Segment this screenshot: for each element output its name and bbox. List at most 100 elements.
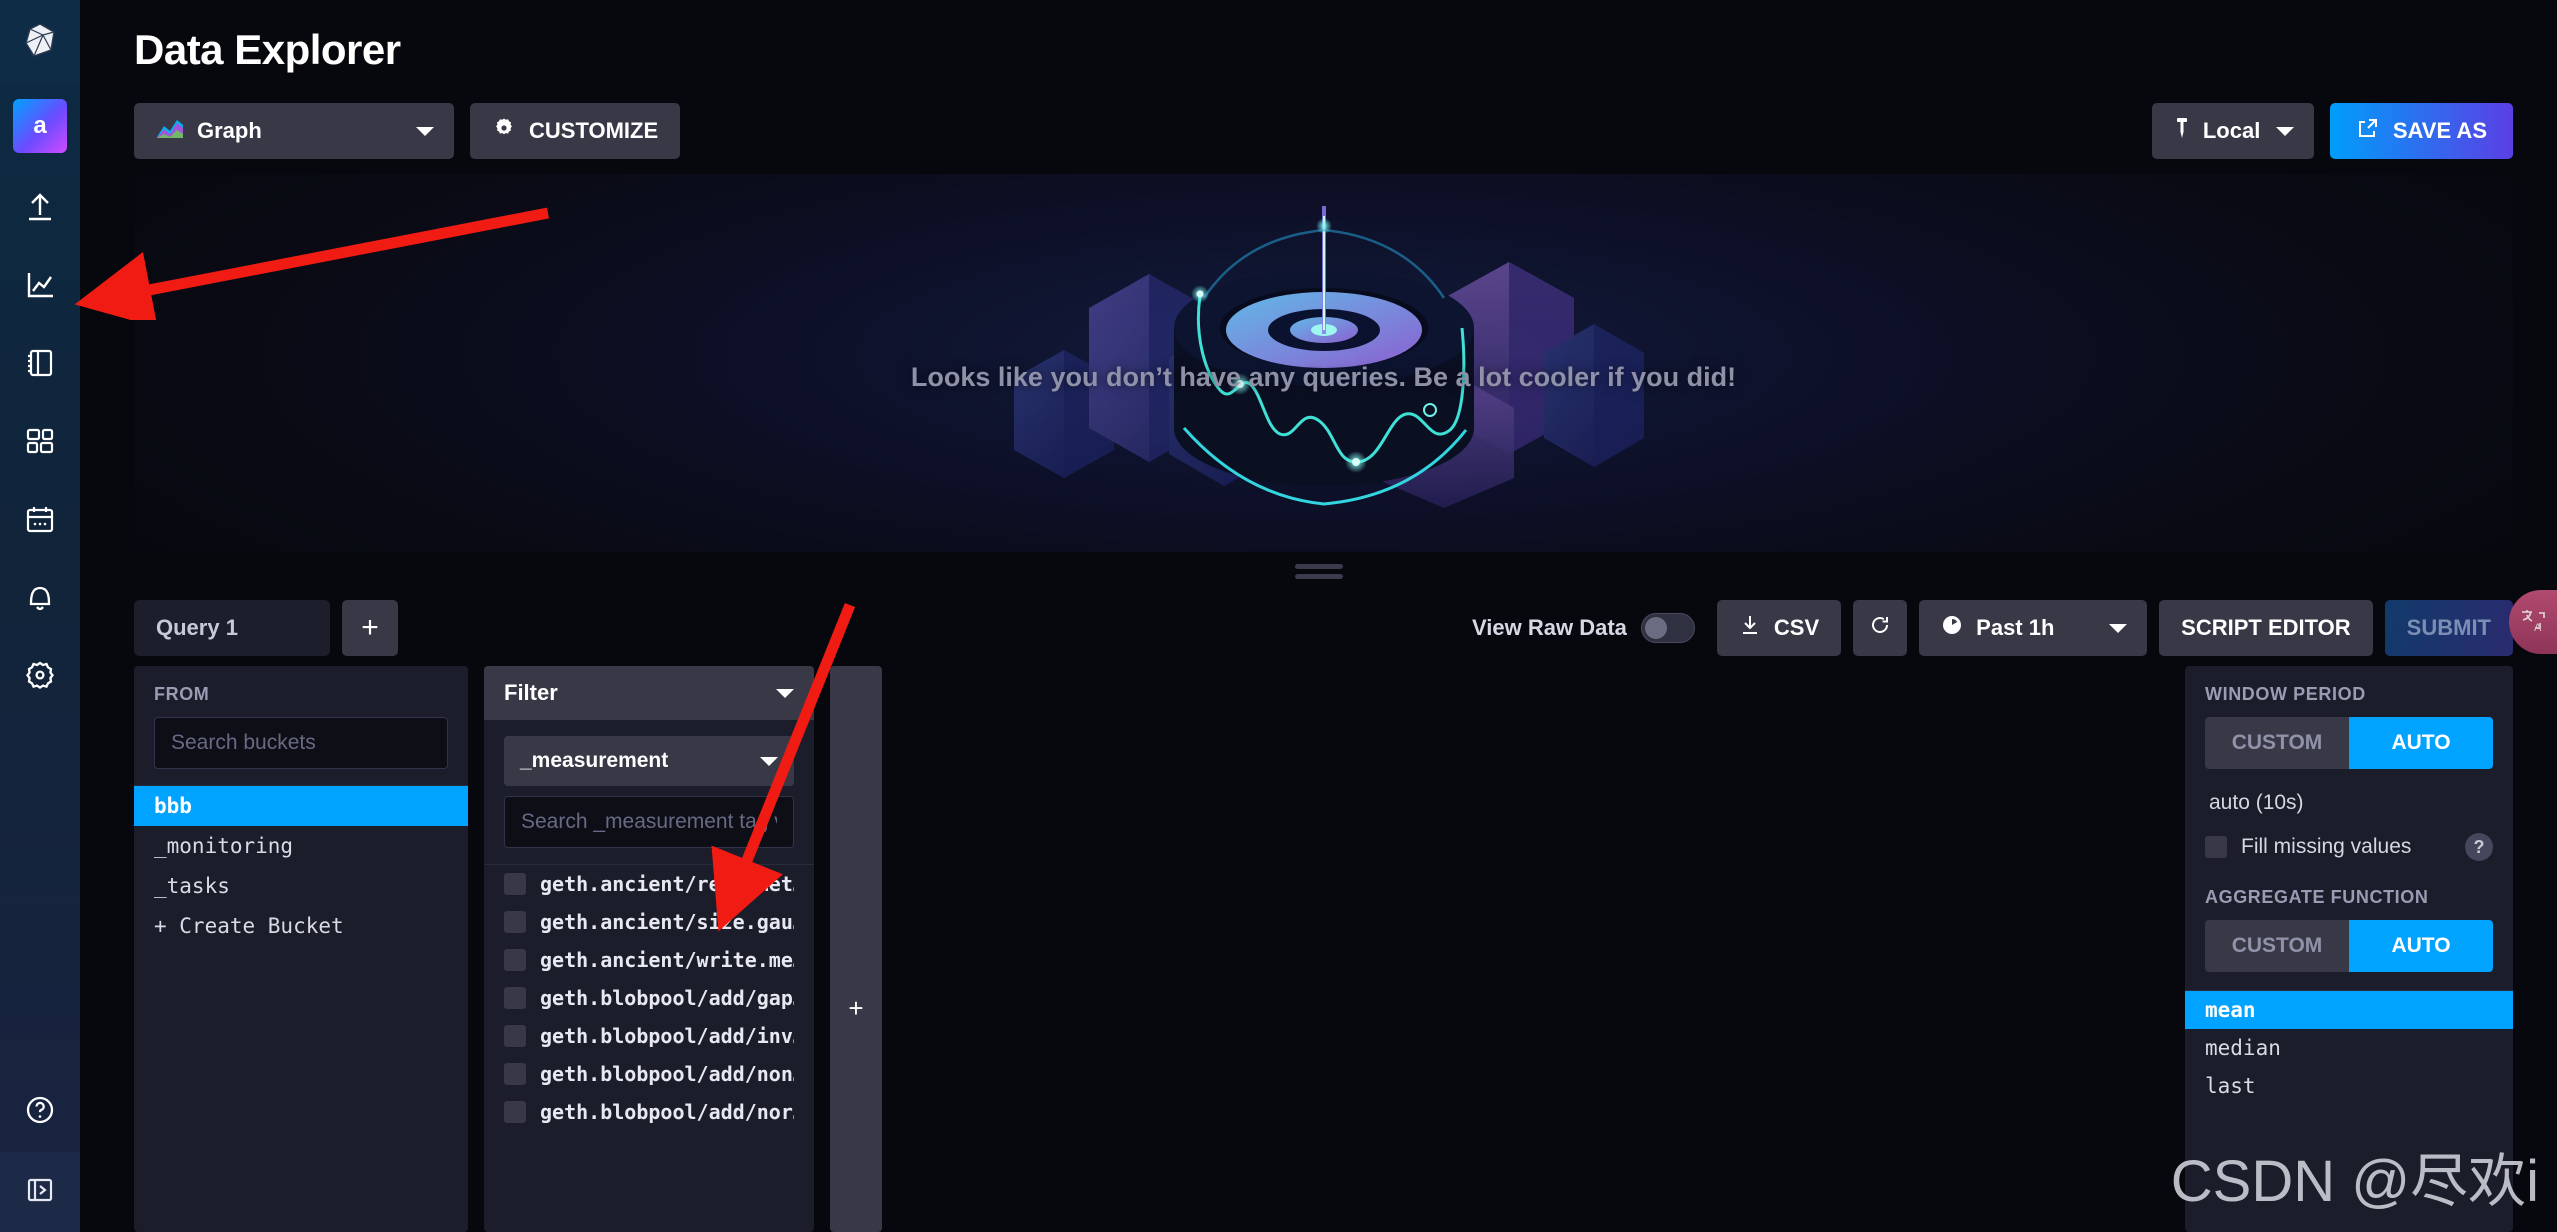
checkbox-icon[interactable] xyxy=(504,1063,526,1085)
aggregate-function-item-last[interactable]: last xyxy=(2185,1067,2513,1105)
plus-icon: + xyxy=(848,993,864,1023)
influxdb-logo-icon xyxy=(21,21,59,64)
checkbox-icon[interactable] xyxy=(2205,836,2227,858)
expand-panel-icon xyxy=(25,1175,55,1210)
sidebar-item-tasks[interactable] xyxy=(0,480,80,558)
script-editor-label: SCRIPT EDITOR xyxy=(2181,615,2351,640)
pin-icon xyxy=(2174,117,2190,145)
checkbox-icon[interactable] xyxy=(504,1101,526,1123)
csv-label: CSV xyxy=(1773,615,1820,640)
window-aggregate-panel: WINDOW PERIOD CUSTOM AUTO auto (10s) Fil… xyxy=(2185,666,2513,1232)
tag-value-label: geth.ancient/read.met… xyxy=(540,872,794,896)
checkbox-icon[interactable] xyxy=(504,873,526,895)
alerts-icon xyxy=(23,580,57,614)
dashboards-icon xyxy=(23,424,57,458)
fill-missing-values-label: Fill missing values xyxy=(2241,835,2412,858)
pin-scope-dropdown[interactable]: Local xyxy=(2151,103,2314,159)
tag-key-label: _measurement xyxy=(520,749,669,772)
viz-type-dropdown[interactable]: Graph xyxy=(134,103,454,159)
settings-icon xyxy=(24,659,56,691)
aggregate-custom-button[interactable]: CUSTOM xyxy=(2205,920,2349,972)
window-period-label: WINDOW PERIOD xyxy=(2205,684,2366,704)
main-content: Data Explorer Graph CUSTOMIZE Local SAVE… xyxy=(74,0,2557,1232)
time-range-dropdown[interactable]: Past 1h xyxy=(1919,600,2148,656)
refresh-button[interactable] xyxy=(1853,600,1908,656)
left-nav: a xyxy=(0,0,80,1232)
svg-text:A: A xyxy=(2534,622,2542,634)
save-as-button[interactable]: SAVE AS xyxy=(2329,103,2513,159)
empty-state-message: Looks like you don’t have any queries. B… xyxy=(910,362,1737,392)
data-explorer-icon xyxy=(23,268,57,302)
create-bucket-button[interactable]: + Create Bucket xyxy=(134,906,468,946)
submit-button[interactable]: SUBMIT xyxy=(2384,600,2513,656)
query-builder: FROM bbb _monitoring _tasks + Create Buc… xyxy=(80,666,2557,1232)
script-editor-button[interactable]: SCRIPT EDITOR xyxy=(2159,600,2373,656)
sidebar-item-notebooks[interactable] xyxy=(0,324,80,402)
customize-button[interactable]: CUSTOMIZE xyxy=(470,103,681,159)
chevron-down-icon xyxy=(760,756,778,766)
bucket-list[interactable]: bbb _monitoring _tasks + Create Bucket xyxy=(134,785,468,1232)
add-filter-card-button[interactable]: + xyxy=(830,666,882,1232)
query-toolbar: Query 1 + View Raw Data CSV Past 1h SCRI… xyxy=(80,590,2557,666)
from-label: FROM xyxy=(154,684,210,704)
tag-value-label: geth.blobpool/add/inv… xyxy=(540,1024,794,1048)
chevron-down-icon xyxy=(2275,126,2294,136)
window-period-auto-button[interactable]: AUTO xyxy=(2349,717,2493,769)
tag-value-list[interactable]: geth.ancient/read.met… geth.ancient/size… xyxy=(484,864,814,1232)
checkbox-icon[interactable] xyxy=(504,987,526,1009)
nav-collapse-toggle[interactable] xyxy=(0,1152,80,1232)
fill-missing-values-row[interactable]: Fill missing values ? xyxy=(2185,815,2513,883)
aggregate-function-item-median[interactable]: median xyxy=(2185,1029,2513,1067)
tasks-icon xyxy=(23,502,57,536)
influxdb-logo-cell[interactable] xyxy=(0,0,80,84)
bucket-item-monitoring[interactable]: _monitoring xyxy=(134,826,468,866)
chevron-down-icon xyxy=(776,688,794,698)
search-buckets-input[interactable] xyxy=(154,717,448,769)
graph-icon xyxy=(156,117,184,145)
chevron-down-icon xyxy=(2109,623,2128,633)
window-period-custom-button[interactable]: CUSTOM xyxy=(2205,717,2349,769)
checkbox-icon[interactable] xyxy=(504,911,526,933)
sidebar-item-help[interactable] xyxy=(0,1072,80,1152)
checkbox-icon[interactable] xyxy=(504,1025,526,1047)
sidebar-item-data-explorer[interactable] xyxy=(0,246,80,324)
aggregate-function-list[interactable]: mean median last xyxy=(2185,990,2513,1105)
filter-panel: Filter _measurement geth.ancient/read.me… xyxy=(484,666,814,1232)
tag-value-row[interactable]: geth.blobpool/add/non… xyxy=(484,1055,814,1093)
panel-resize-handle[interactable] xyxy=(80,552,2557,590)
help-tooltip-icon[interactable]: ? xyxy=(2465,833,2493,861)
org-switcher[interactable]: a xyxy=(0,84,80,168)
filter-header-dropdown[interactable]: Filter xyxy=(484,666,814,720)
tag-value-row[interactable]: geth.blobpool/add/gap… xyxy=(484,979,814,1017)
sidebar-item-alerts[interactable] xyxy=(0,558,80,636)
aggregate-function-label: AGGREGATE FUNCTION xyxy=(2205,887,2429,907)
view-raw-data-toggle[interactable] xyxy=(1640,613,1695,643)
download-icon xyxy=(1739,614,1761,642)
sidebar-item-dashboards[interactable] xyxy=(0,402,80,480)
tag-value-label: geth.blobpool/add/gap… xyxy=(540,986,794,1010)
export-icon xyxy=(2356,116,2380,146)
csv-download-button[interactable]: CSV xyxy=(1716,600,1842,656)
checkbox-icon[interactable] xyxy=(504,949,526,971)
query-tab-1[interactable]: Query 1 xyxy=(134,600,330,656)
tag-value-row[interactable]: geth.blobpool/add/inv… xyxy=(484,1017,814,1055)
search-tag-values-input[interactable] xyxy=(504,796,794,848)
tag-value-row[interactable]: geth.ancient/read.met… xyxy=(484,865,814,903)
isometric-data-cubes-illustration xyxy=(1013,206,1644,508)
filter-header-label: Filter xyxy=(504,680,558,705)
bucket-item-tasks[interactable]: _tasks xyxy=(134,866,468,906)
bucket-item-bbb[interactable]: bbb xyxy=(134,786,468,826)
tag-key-dropdown[interactable]: _measurement xyxy=(504,736,794,786)
sidebar-item-load-data[interactable] xyxy=(0,168,80,246)
tag-value-label: geth.ancient/write.me… xyxy=(540,948,794,972)
sidebar-item-settings[interactable] xyxy=(0,636,80,714)
tag-value-row[interactable]: geth.ancient/write.me… xyxy=(484,941,814,979)
save-as-label: SAVE AS xyxy=(2392,118,2487,143)
refresh-icon xyxy=(1869,614,1891,642)
aggregate-function-item-mean[interactable]: mean xyxy=(2185,991,2513,1029)
add-query-button[interactable]: + xyxy=(342,600,398,656)
plus-icon: + xyxy=(361,611,379,644)
tag-value-row[interactable]: geth.blobpool/add/nor… xyxy=(484,1093,814,1131)
aggregate-auto-button[interactable]: AUTO xyxy=(2349,920,2493,972)
tag-value-row[interactable]: geth.ancient/size.gau… xyxy=(484,903,814,941)
